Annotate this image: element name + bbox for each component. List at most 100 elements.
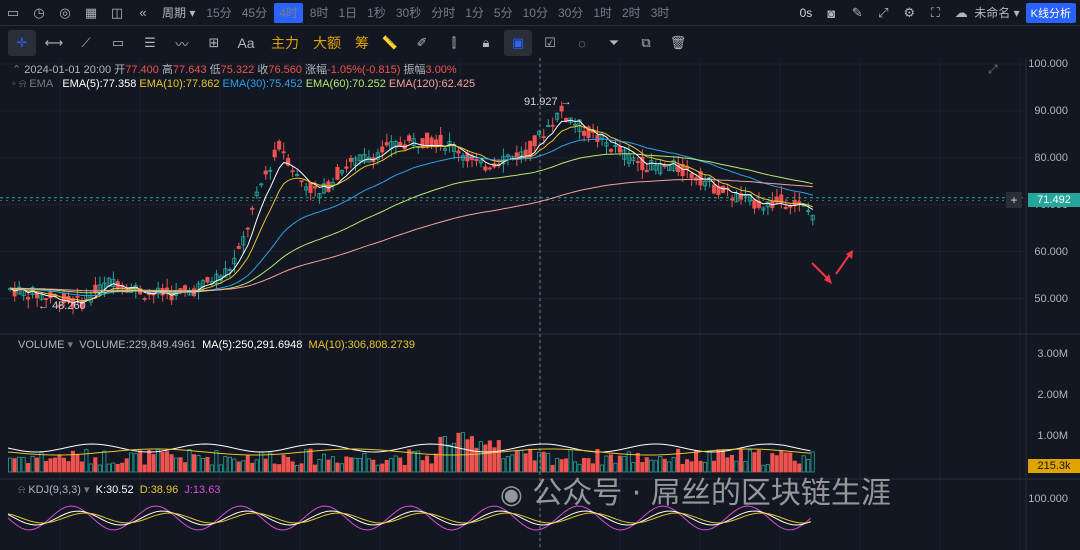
- coin-icon[interactable]: ◎: [52, 0, 78, 26]
- crosshair-plus-icon[interactable]: +: [1006, 192, 1022, 208]
- candle-body: [541, 136, 546, 139]
- volume-bar: [245, 454, 250, 473]
- chip-button[interactable]: 筹: [355, 33, 369, 53]
- candle-body: [788, 205, 793, 208]
- kdj-alarm-icon[interactable]: ⍾: [18, 484, 28, 496]
- volume-bar: [35, 457, 40, 473]
- volume-bar: [57, 454, 62, 473]
- expand-icon[interactable]: ⤢: [870, 0, 896, 26]
- crosshair-icon[interactable]: ✛: [8, 30, 36, 56]
- camera-icon[interactable]: ◙: [818, 0, 844, 26]
- pen-icon[interactable]: ✐: [408, 30, 436, 56]
- candles-icon[interactable]: ⫿: [440, 30, 468, 56]
- cloud-icon[interactable]: ☁: [948, 0, 974, 26]
- kline-analysis-button[interactable]: K线分析: [1025, 3, 1076, 23]
- price-axis-top-icon[interactable]: ⤢: [988, 62, 1004, 78]
- volume-bar: [43, 461, 49, 473]
- clock-icon[interactable]: ◷: [26, 0, 52, 26]
- period-12[interactable]: 1时: [588, 0, 617, 26]
- period-8[interactable]: 1分: [460, 0, 489, 26]
- volume-bar: [214, 450, 219, 473]
- candle-body: [182, 285, 188, 291]
- fullscreen-icon[interactable]: ⛶: [922, 0, 948, 26]
- low-marker: ← 48.260: [38, 300, 86, 312]
- period-9[interactable]: 5分: [489, 0, 518, 26]
- volume-bar: [84, 449, 89, 473]
- big-order-button[interactable]: 大额: [313, 33, 341, 53]
- candle-body: [245, 227, 250, 230]
- note-icon[interactable]: ☑: [536, 30, 564, 56]
- volume-bar: [223, 456, 228, 473]
- magnet-icon[interactable]: ▣: [504, 30, 532, 56]
- layout-icon[interactable]: ◫: [104, 0, 130, 26]
- period-0[interactable]: 15分: [201, 0, 236, 26]
- period-10[interactable]: 10分: [518, 0, 553, 26]
- sync-icon[interactable]: ⧉: [632, 30, 660, 56]
- period-4[interactable]: 1日: [333, 0, 362, 26]
- period-2[interactable]: 4时: [274, 2, 303, 23]
- volume-bar: [384, 460, 389, 473]
- candle-body: [281, 151, 286, 154]
- price-tick-1: 90.000: [1034, 104, 1068, 117]
- candle-body: [348, 157, 353, 162]
- wave-icon[interactable]: 〰: [168, 30, 196, 56]
- volume-bar: [487, 440, 492, 473]
- volume-bar: [142, 464, 147, 473]
- candle-body: [26, 296, 31, 300]
- period-5[interactable]: 1秒: [362, 0, 391, 26]
- volume-bar: [330, 456, 335, 473]
- lock-icon[interactable]: 🔒︎: [472, 30, 500, 56]
- calendar-icon[interactable]: ▦: [78, 0, 104, 26]
- measure-icon[interactable]: ⊞: [200, 30, 228, 56]
- layout-name[interactable]: 未命名 ▾: [974, 0, 1025, 26]
- volume-bar: [321, 453, 327, 473]
- settings-icon[interactable]: ⚙: [896, 0, 922, 26]
- volume-bar: [191, 454, 196, 473]
- period-6[interactable]: 30秒: [391, 0, 426, 26]
- period-menu[interactable]: 周期 ▾: [156, 0, 201, 26]
- trend-line-icon[interactable]: ⟋: [72, 30, 100, 56]
- volume-bar: [187, 449, 192, 473]
- ruler-icon[interactable]: 📏: [376, 30, 404, 56]
- volume-bar: [420, 460, 425, 473]
- seconds-label[interactable]: 0s: [794, 0, 819, 26]
- candle-body: [398, 142, 403, 147]
- text-tool[interactable]: Aa: [232, 30, 260, 56]
- kdj-k: K:30.52: [95, 484, 134, 496]
- hide-icon[interactable]: ◌: [568, 30, 596, 56]
- volume-bar: [465, 439, 470, 473]
- chart-icon[interactable]: ▭: [0, 0, 26, 26]
- rewind-icon[interactable]: «: [130, 0, 156, 26]
- period-1[interactable]: 45分: [237, 0, 272, 26]
- volume-bar: [357, 458, 362, 473]
- filter-icon[interactable]: ⏷: [600, 30, 628, 56]
- fib-icon[interactable]: ☰: [136, 30, 164, 56]
- candle-body: [550, 124, 555, 127]
- candle-body: [205, 277, 210, 283]
- volume-bar: [39, 452, 44, 473]
- volume-bar: [66, 461, 71, 473]
- alarm-icon[interactable]: ⍾: [19, 78, 29, 90]
- volume-bar: [79, 461, 84, 473]
- candle-body: [487, 167, 492, 170]
- kdj-axis-tick: 100.000: [1028, 493, 1068, 505]
- edit-icon[interactable]: ✎: [844, 0, 870, 26]
- ohlc-high: 77.643: [172, 64, 207, 76]
- period-3[interactable]: 8时: [305, 0, 334, 26]
- collapse-icon[interactable]: ◦: [12, 78, 19, 90]
- period-7[interactable]: 分时: [426, 0, 460, 26]
- main-force-button[interactable]: 主力: [271, 33, 299, 53]
- period-13[interactable]: 2时: [617, 0, 646, 26]
- volume-bar: [460, 432, 466, 473]
- volume-bar: [393, 455, 398, 473]
- period-11[interactable]: 30分: [553, 0, 588, 26]
- volume-tick-0: 3.00M: [1037, 348, 1068, 360]
- horizontal-line-icon[interactable]: ⟷: [40, 30, 68, 56]
- trash-icon[interactable]: 🗑︎: [664, 30, 692, 56]
- volume-bar: [227, 456, 232, 473]
- volume-bar: [111, 462, 116, 473]
- period-14[interactable]: 3时: [646, 0, 675, 26]
- rectangle-icon[interactable]: ▭: [104, 30, 132, 56]
- volume-bar: [263, 458, 268, 473]
- wechat-icon: ◉: [500, 480, 523, 510]
